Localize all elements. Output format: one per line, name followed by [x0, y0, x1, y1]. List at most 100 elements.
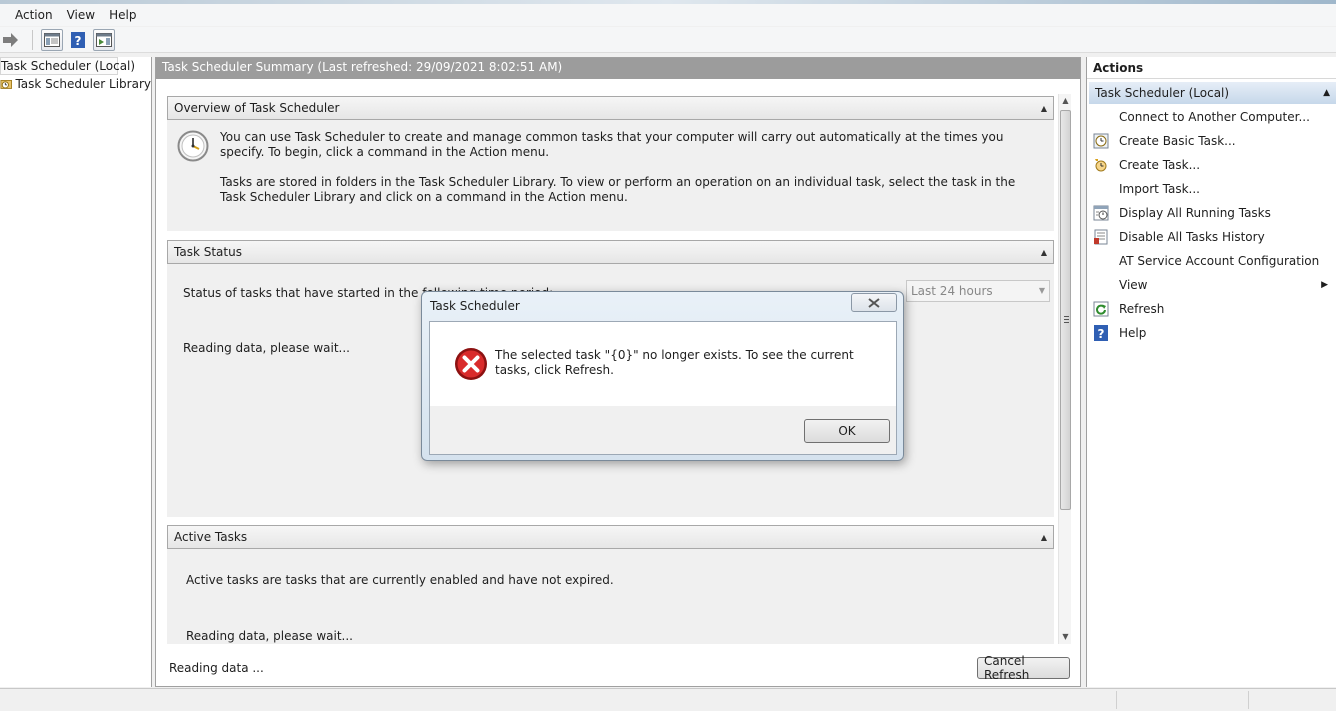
svg-text:?: ?: [75, 34, 82, 48]
action-at-service-config[interactable]: AT Service Account Configuration: [1087, 249, 1336, 273]
summary-scrollbar[interactable]: ▲ ▼: [1058, 94, 1071, 644]
dialog-title: Task Scheduler: [430, 299, 520, 313]
action-label: Create Task...: [1119, 158, 1201, 172]
folder-clock-icon: [0, 80, 12, 89]
menu-bar: Action View Help: [0, 4, 1336, 26]
action-view[interactable]: View ▶: [1087, 273, 1336, 297]
tree-item-label: Task Scheduler (Local): [1, 59, 136, 73]
active-tasks-description: Active tasks are tasks that are currentl…: [186, 573, 614, 587]
menu-action[interactable]: Action: [8, 6, 60, 24]
scroll-thumb[interactable]: [1060, 110, 1071, 510]
show-hide-action-pane-button[interactable]: [93, 28, 115, 51]
blank-icon: [1093, 109, 1109, 125]
help-icon: ?: [1093, 325, 1109, 341]
blank-icon: [1093, 181, 1109, 197]
overview-header[interactable]: Overview of Task Scheduler ▲: [167, 96, 1054, 120]
task-status-title: Task Status: [174, 245, 242, 259]
overview-para-2: Tasks are stored in folders in the Task …: [220, 175, 1016, 204]
console-tree: Task Scheduler (Local) Task Scheduler Li…: [0, 57, 152, 687]
action-create-basic-task[interactable]: Create Basic Task...: [1087, 129, 1336, 153]
tree-item-task-scheduler-library[interactable]: Task Scheduler Library: [0, 75, 151, 93]
close-icon: [868, 297, 880, 308]
action-label: Create Basic Task...: [1119, 134, 1236, 148]
summary-footer: Reading data ... Cancel Refresh: [156, 650, 1080, 686]
dialog-message: The selected task "{0}" no longer exists…: [495, 348, 854, 377]
action-label: Help: [1119, 326, 1147, 340]
create-basic-task-icon: [1093, 133, 1109, 149]
action-display-running-tasks[interactable]: Display All Running Tasks: [1087, 201, 1336, 225]
time-period-select[interactable]: Last 24 hours ▼: [906, 280, 1050, 302]
menu-help[interactable]: Help: [102, 6, 143, 24]
svg-text:?: ?: [1098, 327, 1105, 341]
help-icon: ?: [71, 31, 85, 48]
action-import-task[interactable]: Import Task...: [1087, 177, 1336, 201]
active-tasks-reading: Reading data, please wait...: [186, 629, 353, 643]
actions-group-label: Task Scheduler (Local): [1095, 86, 1230, 100]
actions-title: Actions: [1087, 57, 1336, 79]
action-label: Import Task...: [1119, 182, 1200, 196]
refresh-status: Reading data ...: [169, 661, 264, 675]
overview-section: Overview of Task Scheduler ▲ You can use…: [167, 96, 1054, 231]
actions-pane: Actions Task Scheduler (Local) ▲ Connect…: [1086, 57, 1336, 687]
collapse-arrow-icon[interactable]: ▲: [1041, 248, 1047, 257]
toolbar-separator: [32, 29, 33, 50]
action-label: Display All Running Tasks: [1119, 206, 1271, 220]
action-help[interactable]: ? Help: [1087, 321, 1336, 345]
create-task-icon: [1093, 157, 1109, 173]
collapse-arrow-icon[interactable]: ▲: [1041, 533, 1047, 542]
time-period-value: Last 24 hours: [911, 284, 993, 298]
action-create-task[interactable]: Create Task...: [1087, 153, 1336, 177]
action-refresh[interactable]: Refresh: [1087, 297, 1336, 321]
forward-button[interactable]: [0, 29, 22, 51]
actions-group-header[interactable]: Task Scheduler (Local) ▲: [1089, 82, 1336, 104]
action-label: View: [1119, 278, 1148, 292]
collapse-arrow-icon[interactable]: ▲: [1323, 88, 1330, 98]
blank-icon: [1093, 253, 1109, 269]
console-tree-icon: [44, 32, 60, 47]
running-tasks-icon: [1093, 205, 1109, 221]
task-status-header[interactable]: Task Status ▲: [167, 240, 1054, 264]
action-label: Disable All Tasks History: [1119, 230, 1265, 244]
action-disable-tasks-history[interactable]: Disable All Tasks History: [1087, 225, 1336, 249]
dialog-close-button[interactable]: [851, 293, 897, 312]
tree-item-task-scheduler-local[interactable]: Task Scheduler (Local): [0, 57, 135, 75]
forward-arrow-icon: [3, 32, 18, 47]
action-label: Connect to Another Computer...: [1119, 110, 1310, 124]
dialog-footer: OK: [430, 406, 896, 454]
help-toolbar-button[interactable]: ?: [67, 29, 89, 51]
action-pane-icon: [96, 32, 112, 47]
summary-header: Task Scheduler Summary (Last refreshed: …: [156, 58, 1080, 79]
clock-icon: [177, 130, 209, 162]
scroll-up-icon[interactable]: ▲: [1059, 94, 1072, 108]
overview-title: Overview of Task Scheduler: [174, 101, 340, 115]
grip-icon: [1064, 316, 1069, 323]
status-divider: [1116, 691, 1117, 709]
submenu-arrow-icon: ▶: [1321, 280, 1328, 290]
action-label: AT Service Account Configuration: [1119, 254, 1320, 268]
error-dialog: Task Scheduler The selected task "{0}" n…: [421, 291, 904, 461]
status-divider: [1248, 691, 1249, 709]
tree-item-label: Task Scheduler Library: [15, 77, 151, 91]
status-bar: [0, 688, 1336, 711]
active-tasks-title: Active Tasks: [174, 530, 248, 544]
action-label: Refresh: [1119, 302, 1165, 316]
dialog-body: The selected task "{0}" no longer exists…: [429, 321, 897, 455]
error-icon: [455, 348, 487, 380]
task-status-reading: Reading data, please wait...: [183, 341, 350, 355]
active-tasks-header[interactable]: Active Tasks ▲: [167, 525, 1054, 549]
refresh-icon: [1093, 301, 1109, 317]
history-icon: [1093, 229, 1109, 245]
menu-view[interactable]: View: [60, 6, 102, 24]
toolbar: ?: [0, 27, 1336, 53]
show-hide-console-tree-button[interactable]: [41, 28, 63, 51]
ok-button[interactable]: OK: [804, 419, 890, 443]
actions-list: Connect to Another Computer... Create Ba…: [1087, 105, 1336, 345]
collapse-arrow-icon[interactable]: ▲: [1041, 104, 1047, 113]
dropdown-arrow-icon: ▼: [1038, 286, 1045, 295]
active-tasks-section: Active Tasks ▲ Active tasks are tasks th…: [167, 525, 1054, 644]
blank-icon: [1093, 277, 1109, 293]
overview-para-1: You can use Task Scheduler to create and…: [220, 130, 1004, 159]
action-connect-computer[interactable]: Connect to Another Computer...: [1087, 105, 1336, 129]
scroll-down-icon[interactable]: ▼: [1059, 630, 1072, 644]
cancel-refresh-button[interactable]: Cancel Refresh: [977, 654, 1070, 682]
